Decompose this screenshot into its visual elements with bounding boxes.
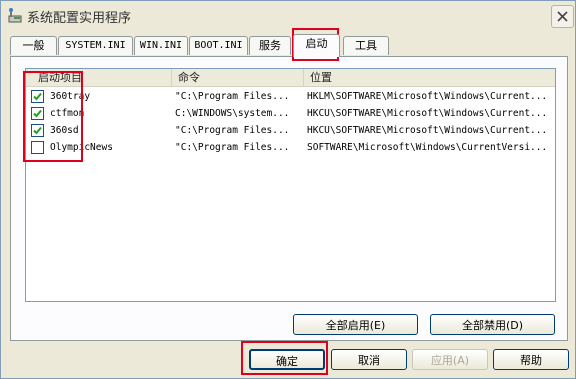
startup-panel: 启动项目 命令 位置 360tray "C:\Program Files... … — [10, 56, 568, 341]
enable-all-button[interactable]: 全部启用(E) — [293, 314, 418, 335]
tab-services[interactable]: 服务 — [249, 36, 291, 55]
msconfig-window: 系统配置实用程序 一般 SYSTEM.INI WIN.INI BOOT.INI … — [0, 0, 576, 379]
cancel-button[interactable]: 取消 — [331, 349, 407, 370]
list-header: 启动项目 命令 位置 — [26, 69, 555, 87]
header-startup-item[interactable]: 启动项目 — [26, 69, 172, 86]
row-command: "C:\Program Files... — [175, 125, 290, 136]
tab-win-ini[interactable]: WIN.INI — [134, 36, 188, 55]
title-bar: 系统配置实用程序 — [1, 1, 575, 29]
disable-all-button[interactable]: 全部禁用(D) — [430, 314, 555, 335]
ok-button[interactable]: 确定 — [249, 349, 325, 370]
row-checkbox[interactable] — [31, 141, 44, 154]
tab-boot-ini[interactable]: BOOT.INI — [189, 36, 248, 55]
row-checkbox[interactable] — [31, 90, 44, 103]
header-command[interactable]: 命令 — [172, 69, 304, 86]
tab-system-ini[interactable]: SYSTEM.INI — [58, 36, 133, 55]
help-button[interactable]: 帮助 — [493, 349, 569, 370]
row-checkbox[interactable] — [31, 107, 44, 120]
row-item: ctfmon — [50, 108, 85, 119]
table-row[interactable]: ctfmon C:\WINDOWS\system... HKCU\SOFTWAR… — [26, 105, 555, 122]
checkmark-icon — [33, 92, 42, 101]
close-button[interactable] — [551, 5, 574, 28]
row-location: HKLM\SOFTWARE\Microsoft\Windows\Current.… — [307, 91, 548, 102]
table-row[interactable]: OlympicNews "C:\Program Files... SOFTWAR… — [26, 139, 555, 156]
table-row[interactable]: 360tray "C:\Program Files... HKLM\SOFTWA… — [26, 88, 555, 105]
row-item: 360sd — [50, 125, 79, 136]
checkmark-icon — [33, 126, 42, 135]
tab-startup[interactable]: 启动 — [293, 34, 340, 57]
row-checkbox[interactable] — [31, 124, 44, 137]
row-item: 360tray — [50, 91, 91, 102]
row-command: C:\WINDOWS\system... — [175, 108, 290, 119]
table-row[interactable]: 360sd "C:\Program Files... HKCU\SOFTWARE… — [26, 122, 555, 139]
row-item: OlympicNews — [50, 142, 113, 153]
startup-list: 启动项目 命令 位置 360tray "C:\Program Files... … — [25, 68, 556, 302]
header-location[interactable]: 位置 — [304, 69, 555, 86]
checkmark-icon — [33, 109, 42, 118]
row-location: HKCU\SOFTWARE\Microsoft\Windows\Current.… — [307, 125, 548, 136]
msconfig-app-icon — [7, 7, 23, 23]
row-command: "C:\Program Files... — [175, 91, 290, 102]
row-location: SOFTWARE\Microsoft\Windows\CurrentVersi.… — [307, 142, 548, 153]
row-command: "C:\Program Files... — [175, 142, 290, 153]
window-title: 系统配置实用程序 — [27, 11, 132, 26]
tab-tools[interactable]: 工具 — [343, 36, 389, 55]
close-icon — [557, 11, 568, 22]
apply-button[interactable]: 应用(A) — [412, 349, 488, 370]
row-location: HKCU\SOFTWARE\Microsoft\Windows\Current.… — [307, 108, 548, 119]
tab-general[interactable]: 一般 — [10, 36, 57, 55]
